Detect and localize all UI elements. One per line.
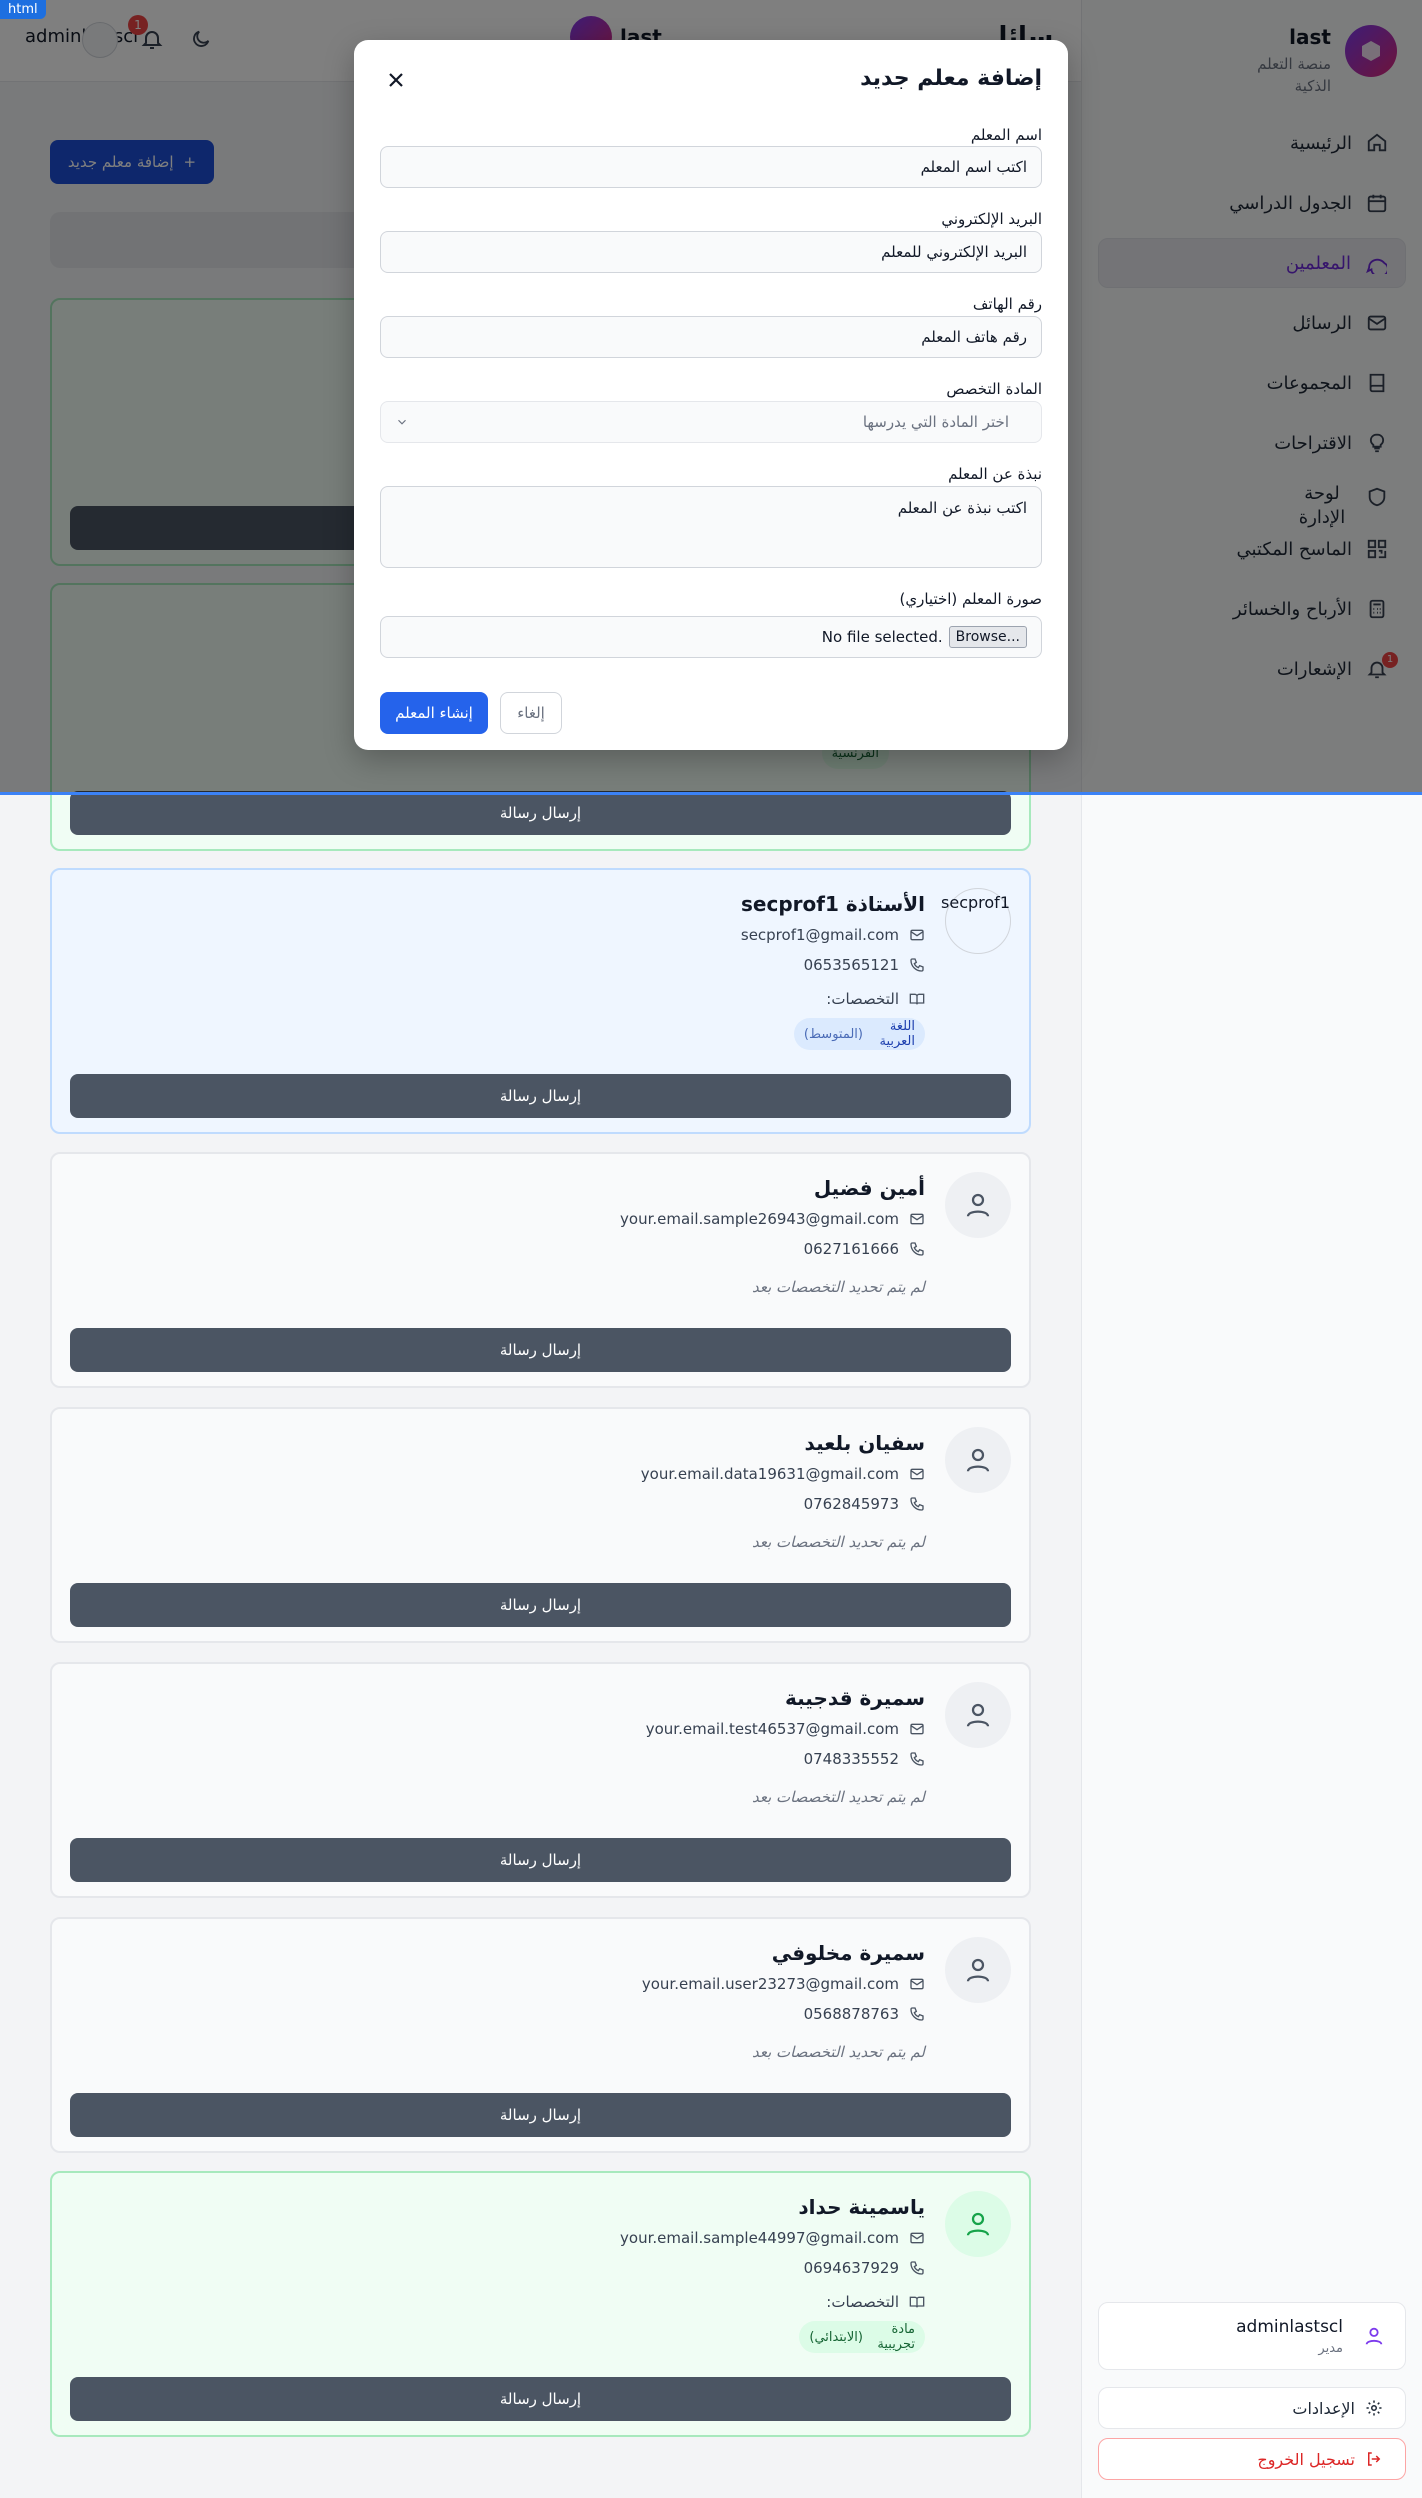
mail-icon	[909, 1211, 925, 1227]
user-icon	[963, 1445, 993, 1475]
send-message-button[interactable]: إرسال رسالة	[70, 1074, 1011, 1118]
send-message-button[interactable]: إرسال رسالة	[70, 791, 1011, 835]
teacher-phone: 0762845973	[804, 1495, 925, 1513]
teacher-email: your.email.user23273@gmail.com	[642, 1975, 925, 1993]
phone-icon	[909, 1241, 925, 1257]
teacher-phone: 0694637929	[804, 2259, 925, 2277]
teacher-card: سميرة قدجيبة your.email.test46537@gmail.…	[50, 1662, 1031, 1898]
phone-icon	[909, 1751, 925, 1767]
browse-button[interactable]: Browse...	[948, 626, 1027, 648]
teacher-bio-textarea[interactable]: اكتب نبذة عن المعلم	[380, 486, 1042, 568]
avatar	[945, 1427, 1011, 1493]
user-icon	[963, 2209, 993, 2239]
teacher-phone: 0627161666	[804, 1240, 925, 1258]
bio-label: نبذة عن المعلم	[948, 465, 1042, 483]
settings-button[interactable]: الإعدادات	[1098, 2387, 1406, 2429]
specialty-chip: اللغة العربية (المتوسط)	[793, 1018, 925, 1050]
teacher-email: your.email.test46537@gmail.com	[646, 1720, 925, 1738]
avatar	[945, 1937, 1011, 2003]
user-icon	[963, 1190, 993, 1220]
phone-icon	[909, 2006, 925, 2022]
user-icon	[1363, 2325, 1385, 2347]
name-label: اسم المعلم	[970, 126, 1042, 144]
teacher-email-input[interactable]: البريد الإلكتروني للمعلم	[380, 231, 1042, 273]
mail-icon	[909, 1976, 925, 1992]
add-teacher-modal: إضافة معلم جديد اسم المعلم اكتب اسم المع…	[354, 40, 1068, 750]
phone-icon	[909, 1496, 925, 1512]
avatar	[945, 1682, 1011, 1748]
phone-icon	[909, 2260, 925, 2276]
teacher-phone: 0568878763	[804, 2005, 925, 2023]
user-card[interactable]: adminlastscl مدير	[1098, 2302, 1406, 2370]
send-message-button[interactable]: إرسال رسالة	[70, 1328, 1011, 1372]
photo-label: صورة المعلم (اختياري)	[899, 590, 1042, 608]
teacher-card: سميرة مخلوفي your.email.user23273@gmail.…	[50, 1917, 1031, 2153]
send-message-button[interactable]: إرسال رسالة	[70, 2093, 1011, 2137]
cancel-button[interactable]: إلغاء	[500, 692, 562, 734]
teacher-name: سفيان بلعيد	[804, 1431, 925, 1455]
teacher-card: سفيان بلعيد your.email.data19631@gmail.c…	[50, 1407, 1031, 1643]
user-icon	[963, 1700, 993, 1730]
close-icon[interactable]	[384, 68, 408, 92]
mail-icon	[909, 927, 925, 943]
logout-icon	[1365, 2450, 1383, 2468]
teacher-card: أمين فضيل your.email.sample26943@gmail.c…	[50, 1152, 1031, 1388]
send-message-button[interactable]: إرسال رسالة	[70, 2377, 1011, 2421]
send-message-button[interactable]: إرسال رسالة	[70, 1583, 1011, 1627]
specialty-chip: مادة تجريبية (الابتدائي)	[799, 2321, 925, 2353]
chevron-down-icon	[395, 415, 409, 429]
photo-file-input[interactable]: Browse... No file selected.	[380, 616, 1042, 658]
teacher-email: your.email.sample44997@gmail.com	[620, 2229, 925, 2247]
no-specialties-text: لم يتم تحديد التخصصات بعد	[751, 1278, 925, 1296]
teacher-card: secprof1 الأستاذة secprof1 secprof1@gmai…	[50, 868, 1031, 1134]
user-icon	[963, 1955, 993, 1985]
settings-label: الإعدادات	[1292, 2398, 1355, 2418]
user-name: adminlastscl	[1236, 2316, 1343, 2337]
mail-icon	[909, 2230, 925, 2246]
teacher-name: الأستاذة secprof1	[741, 892, 925, 916]
subject-label: المادة التخصص	[946, 380, 1042, 398]
phone-label: رقم الهاتف	[972, 295, 1042, 313]
book-open-icon	[909, 2294, 925, 2310]
teacher-email: secprof1@gmail.com	[741, 926, 925, 944]
modal-title: إضافة معلم جديد	[860, 66, 1042, 91]
viewport-divider	[0, 792, 1422, 795]
phone-icon	[909, 957, 925, 973]
specialties-label: التخصصات:	[826, 2293, 925, 2311]
send-message-button[interactable]: إرسال رسالة	[70, 1838, 1011, 1882]
user-role: مدير	[1318, 2340, 1343, 2356]
no-specialties-text: لم يتم تحديد التخصصات بعد	[751, 1788, 925, 1806]
gear-icon	[1365, 2399, 1383, 2417]
no-specialties-text: لم يتم تحديد التخصصات بعد	[751, 1533, 925, 1551]
teacher-phone: 0748335552	[804, 1750, 925, 1768]
teacher-email: your.email.sample26943@gmail.com	[620, 1210, 925, 1228]
no-specialties-text: لم يتم تحديد التخصصات بعد	[751, 2043, 925, 2061]
subject-select[interactable]: اختر المادة التي يدرسها	[380, 401, 1042, 443]
html-tag-label: html	[0, 0, 46, 19]
teacher-name: سميرة مخلوفي	[771, 1941, 925, 1965]
logout-button[interactable]: تسجيل الخروج	[1098, 2438, 1406, 2480]
create-teacher-button[interactable]: إنشاء المعلم	[380, 692, 488, 734]
mail-icon	[909, 1466, 925, 1482]
avatar	[945, 2191, 1011, 2257]
logout-label: تسجيل الخروج	[1257, 2449, 1355, 2469]
teacher-name: ياسمينة حداد	[798, 2195, 925, 2219]
teacher-card: ياسمينة حداد your.email.sample44997@gmai…	[50, 2171, 1031, 2437]
teacher-name: سميرة قدجيبة	[785, 1686, 925, 1710]
avatar: secprof1	[941, 888, 1011, 954]
book-open-icon	[909, 991, 925, 1007]
subject-placeholder: اختر المادة التي يدرسها	[862, 413, 1009, 431]
no-file-text: No file selected.	[821, 628, 943, 646]
specialties-label: التخصصات:	[826, 990, 925, 1008]
teacher-phone: 0653565121	[804, 956, 925, 974]
teacher-email: your.email.data19631@gmail.com	[641, 1465, 925, 1483]
mail-icon	[909, 1721, 925, 1737]
email-label: البريد الإلكتروني	[941, 210, 1042, 228]
teacher-name-input[interactable]: اكتب اسم المعلم	[380, 146, 1042, 188]
teacher-name: أمين فضيل	[813, 1176, 925, 1200]
teacher-phone-input[interactable]: رقم هاتف المعلم	[380, 316, 1042, 358]
avatar	[945, 1172, 1011, 1238]
